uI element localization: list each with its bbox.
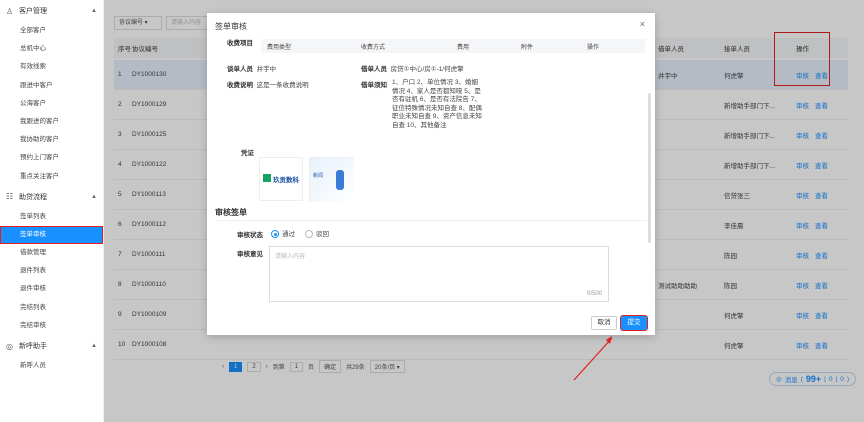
annotation-arrow: [573, 336, 613, 381]
